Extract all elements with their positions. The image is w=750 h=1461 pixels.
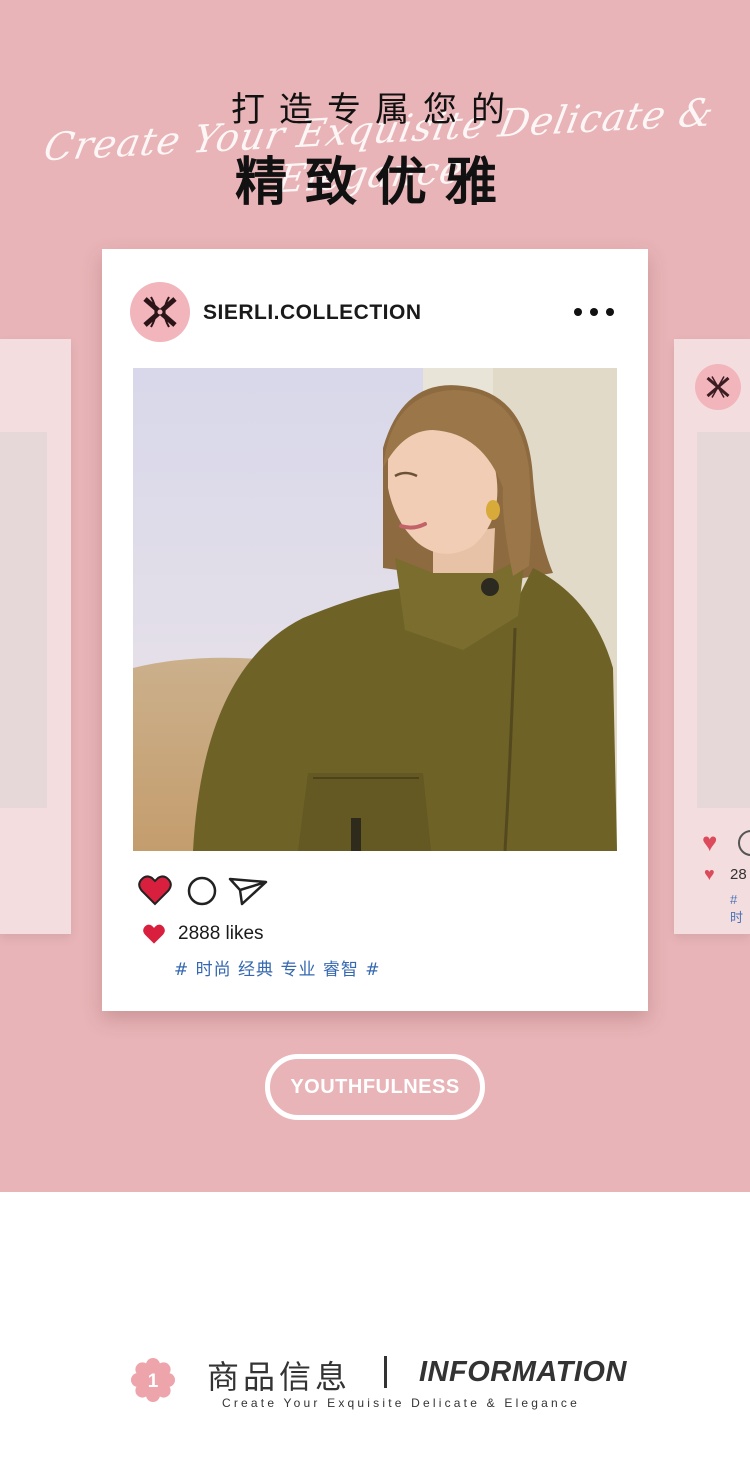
headline-line-2: 精致优雅 xyxy=(234,153,515,213)
side-likes-text: 28 xyxy=(730,866,747,883)
logo-icon xyxy=(143,296,177,328)
avatar[interactable] xyxy=(130,282,190,342)
heart-icon[interactable] xyxy=(138,874,172,906)
hashtags[interactable]: # 时尚 经典 专业 睿智 # xyxy=(174,955,381,980)
flower-badge-icon: 1 xyxy=(131,1358,175,1402)
side-tags-text: # 时 xyxy=(730,892,744,925)
side-avatar xyxy=(695,364,741,410)
likes-count: 2888 likes xyxy=(178,923,264,944)
post-photo xyxy=(133,368,617,851)
side-photo-placeholder xyxy=(0,432,47,808)
side-photo-placeholder xyxy=(697,432,750,808)
youthfulness-button[interactable]: YOUTHFULNESS xyxy=(265,1054,485,1120)
account-name[interactable]: SIERLI.COLLECTION xyxy=(203,301,422,325)
more-icon[interactable] xyxy=(574,302,614,322)
info-title-en: INFORMATION xyxy=(419,1356,627,1388)
heart-icon: ♥ xyxy=(702,827,718,857)
side-post-card-right: ♥ ♥ 28 # 时 xyxy=(674,339,750,934)
badge-number: 1 xyxy=(148,1371,159,1392)
likes-row: 2888 likes xyxy=(142,921,264,947)
comment-icon[interactable] xyxy=(186,875,218,907)
info-subtitle: Create Your Exquisite Delicate & Eleganc… xyxy=(222,1396,581,1410)
info-title-cn: 商品信息 xyxy=(207,1358,352,1396)
post-card: SIERLI.COLLECTION 2888 likes # 时尚 经典 专业 … xyxy=(102,249,648,1011)
comment-icon xyxy=(738,830,750,856)
post-action-bar xyxy=(138,874,278,910)
share-icon[interactable] xyxy=(228,876,268,906)
side-post-card-left xyxy=(0,339,71,934)
heart-small-icon xyxy=(143,924,165,944)
heart-small-icon: ♥ xyxy=(704,864,715,884)
title-divider xyxy=(384,1356,387,1388)
model-illustration xyxy=(133,368,617,851)
logo-icon xyxy=(706,376,730,398)
headline-line-1: 打造专属您的 xyxy=(231,90,519,130)
